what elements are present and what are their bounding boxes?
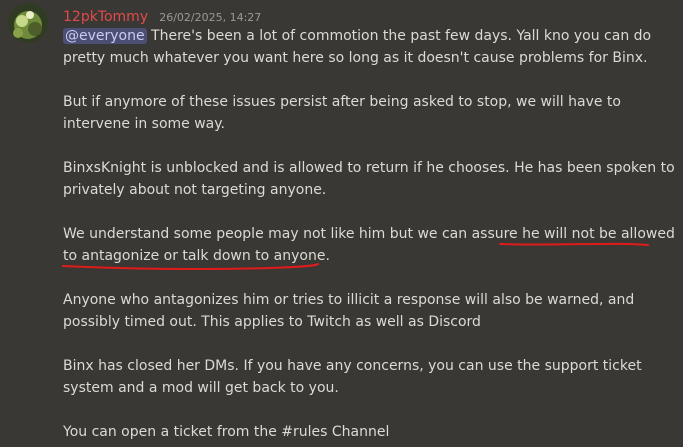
avatar[interactable] xyxy=(8,3,48,43)
message-line: Binx has closed her DMs. If you have any… xyxy=(63,358,642,374)
message-header: 12pkTommy 26/02/2025, 14:27 xyxy=(63,6,261,25)
message-line: system and a mod will get back to you. xyxy=(63,380,339,396)
message-line: Anyone who antagonizes him or tries to i… xyxy=(63,292,635,308)
message-line: pretty much whatever you want here so lo… xyxy=(63,50,648,66)
message-line: You can open a ticket from the #rules Ch… xyxy=(63,424,390,440)
everyone-mention[interactable]: @everyone xyxy=(63,28,147,44)
avatar-image xyxy=(8,3,48,43)
timestamp: 26/02/2025, 14:27 xyxy=(159,11,262,24)
message-line: @everyone There's been a lot of commotio… xyxy=(63,25,651,47)
username[interactable]: 12pkTommy xyxy=(63,9,148,25)
message-line: possibly timed out. This applies to Twit… xyxy=(63,314,481,330)
message-line: But if anymore of these issues persist a… xyxy=(63,94,621,110)
message-line: We understand some people may not like h… xyxy=(63,226,675,242)
message-line: privately about not targeting anyone. xyxy=(63,182,327,198)
message-text: There's been a lot of commotion the past… xyxy=(146,28,652,44)
message-line: BinxsKnight is unblocked and is allowed … xyxy=(63,160,675,176)
message-line: intervene in some way. xyxy=(63,116,225,132)
message-line: to antagonize or talk down to anyone. xyxy=(63,248,330,264)
